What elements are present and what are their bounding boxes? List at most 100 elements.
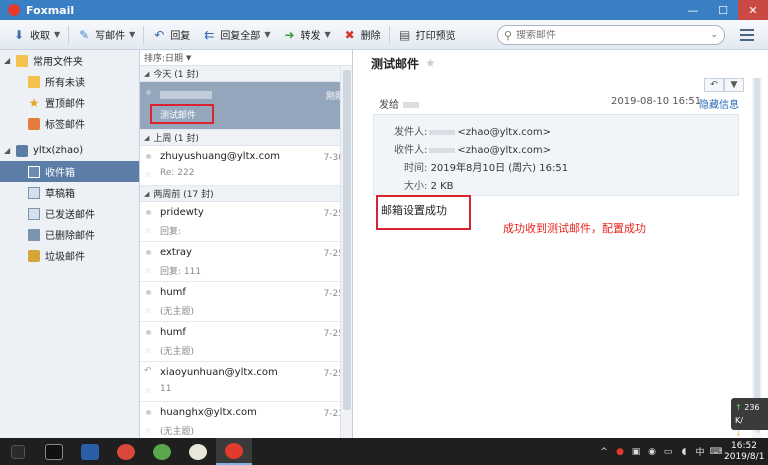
collapse-icon[interactable]: ◢ xyxy=(144,190,149,198)
replied-icon: ↶ xyxy=(144,366,152,376)
star-icon[interactable]: ☆ xyxy=(144,346,152,356)
receive-button[interactable]: ⬇ 收取 ▼ xyxy=(6,23,66,47)
sidebar-item-label: 收件箱 xyxy=(45,168,75,179)
list-item[interactable]: ☆ humf (无主题) 7-25 xyxy=(140,322,352,362)
sidebar-item-account[interactable]: ◢ yltx(zhao) xyxy=(0,140,139,161)
chevron-down-icon[interactable]: ▼ xyxy=(186,54,191,62)
taskbar-app-snail[interactable] xyxy=(108,438,144,465)
collapse-icon[interactable]: ◢ xyxy=(144,70,149,78)
main-menu-button[interactable] xyxy=(738,27,756,43)
search-options-icon[interactable]: ⌄ xyxy=(710,30,718,40)
from-address[interactable]: <zhao@yltx.com> xyxy=(457,127,551,138)
sort-dropdown[interactable]: 排序:日期 ▼ xyxy=(140,50,352,66)
folder-icon xyxy=(28,75,40,88)
chevron-down-icon[interactable]: ▼ xyxy=(129,30,135,39)
list-item-selected[interactable]: 测试邮件 刚刚 xyxy=(140,82,352,130)
reply-button[interactable]: ↶ 回复 xyxy=(146,23,196,47)
minimize-icon[interactable]: — xyxy=(678,0,708,20)
tray-app-icon[interactable]: ● xyxy=(612,447,628,457)
terminal-icon xyxy=(45,443,63,460)
annotation-highlight-box xyxy=(376,195,471,230)
collapse-icon[interactable]: ◢ xyxy=(4,56,14,65)
list-item[interactable]: ↶ ☆ xiaoyunhuan@yltx.com 11 7-25 xyxy=(140,362,352,402)
delete-button[interactable]: ✖ 删除 xyxy=(337,23,387,47)
recipient-label: 收件人: xyxy=(394,145,428,156)
sidebar-item-deleted[interactable]: 已删除邮件 xyxy=(0,224,139,245)
scrollbar-thumb[interactable] xyxy=(343,70,351,410)
taskbar-app-foxmail[interactable] xyxy=(216,438,252,465)
star-icon[interactable]: ☆ xyxy=(144,386,152,396)
print-preview-button[interactable]: ▤ 打印预览 xyxy=(392,23,462,47)
mail-sender: extray xyxy=(160,247,192,258)
collapse-icon[interactable]: ◢ xyxy=(4,146,14,155)
star-icon[interactable]: ☆ xyxy=(144,426,152,436)
forward-button[interactable]: ➜ 转发 ▼ xyxy=(276,23,336,47)
volume-icon[interactable]: ◖ xyxy=(676,447,692,457)
reply-all-button[interactable]: ⇇ 回复全部 ▼ xyxy=(196,23,276,47)
taskbar-app-green[interactable] xyxy=(144,438,180,465)
window-controls: — ☐ ✕ xyxy=(678,0,768,20)
sidebar-item-starred[interactable]: ★ 置顶邮件 xyxy=(0,92,139,113)
close-icon[interactable]: ✕ xyxy=(738,0,768,20)
star-icon[interactable]: ☆ xyxy=(144,266,152,276)
tag-icon xyxy=(28,117,40,130)
list-item[interactable]: ☆ humf (无主题) 7-25 xyxy=(140,282,352,322)
read-status-icon xyxy=(146,154,151,159)
taskbar-app-remote[interactable] xyxy=(72,438,108,465)
star-icon[interactable]: ☆ xyxy=(144,306,152,316)
clock[interactable]: 16:52 2019/8/1 xyxy=(724,441,764,463)
compose-button[interactable]: ✎ 写邮件 ▼ xyxy=(71,23,141,47)
collapse-icon[interactable]: ◢ xyxy=(144,134,149,142)
taskbar-app-terminal[interactable] xyxy=(36,438,72,465)
taskbar-app-paint[interactable] xyxy=(180,438,216,465)
list-item[interactable]: ☆ extray 回复: 111 7-25 xyxy=(140,242,352,282)
reply-all-label: 回复全部 xyxy=(220,31,261,42)
taskbar: ^ ● ▣ ◉ ▭ ◖ 中 ⌨ 16:52 2019/8/1 xyxy=(0,438,768,465)
ime-indicator[interactable]: 中 xyxy=(692,445,708,458)
sidebar-item-sent[interactable]: 已发送邮件 xyxy=(0,203,139,224)
recipient-address[interactable]: <zhao@yltx.com> xyxy=(457,145,551,156)
mail-sender: pridewty xyxy=(160,207,204,218)
chevron-down-icon[interactable]: ▼ xyxy=(324,30,330,39)
star-icon[interactable]: ☆ xyxy=(144,170,152,180)
chevron-up-icon[interactable]: ^ xyxy=(596,447,612,457)
network-icon[interactable]: ▭ xyxy=(660,447,676,457)
sidebar-item-drafts[interactable]: 草稿箱 xyxy=(0,182,139,203)
list-item[interactable]: ☆ huanghx@yltx.com (无主题) 7-23 xyxy=(140,402,352,438)
tray-app-icon[interactable]: ◉ xyxy=(644,447,660,457)
hide-info-link[interactable]: 隐藏信息 xyxy=(699,96,739,111)
group-header-last-week[interactable]: ◢ 上周 (1 封) xyxy=(140,130,352,146)
sidebar-item-junk[interactable]: 垃圾邮件 xyxy=(0,245,139,266)
compose-icon: ✎ xyxy=(79,27,90,42)
chevron-down-icon[interactable]: ▼ xyxy=(264,30,270,39)
star-icon[interactable]: ★ xyxy=(425,57,436,69)
sidebar-item-common-folders[interactable]: ◢ 常用文件夹 xyxy=(0,50,139,71)
keyboard-icon[interactable]: ⌨ xyxy=(708,447,724,457)
list-scrollbar[interactable] xyxy=(340,66,352,438)
start-button[interactable] xyxy=(0,438,36,465)
chevron-down-icon[interactable]: ▼ xyxy=(54,30,60,39)
upload-icon: ↑ xyxy=(735,403,742,412)
from-row: 发件人: <zhao@yltx.com> xyxy=(394,123,551,138)
star-icon[interactable]: ☆ xyxy=(144,226,152,236)
scrollbar-thumb[interactable] xyxy=(754,78,760,433)
mail-sender: huanghx@yltx.com xyxy=(160,407,257,418)
maximize-icon[interactable]: ☐ xyxy=(708,0,738,20)
list-item[interactable]: ☆ zhuyushuang@yltx.com Re: 222 7-30 xyxy=(140,146,352,186)
sidebar-item-tagged[interactable]: 标签邮件 xyxy=(0,113,139,134)
reply-icon: ↶ xyxy=(154,27,165,42)
windows-icon xyxy=(11,444,25,459)
search-box[interactable]: ⚲ ⌄ xyxy=(497,25,725,45)
sort-label: 排序:日期 xyxy=(144,54,184,64)
reply-quick-icon[interactable]: ↶ xyxy=(704,78,724,92)
chevron-down-icon[interactable]: ▼ xyxy=(724,78,744,92)
group-header-today[interactable]: ◢ 今天 (1 封) xyxy=(140,66,352,82)
sidebar-item-inbox[interactable]: 收件箱 xyxy=(0,161,139,182)
list-item[interactable]: ☆ pridewty 回复: 7-25 xyxy=(140,202,352,242)
sidebar-item-all-unread[interactable]: 所有未读 xyxy=(0,71,139,92)
search-input[interactable] xyxy=(516,29,687,41)
sidebar-item-label: 标签邮件 xyxy=(45,120,85,131)
reading-scrollbar[interactable] xyxy=(752,78,762,438)
group-header-two-weeks[interactable]: ◢ 两周前 (17 封) xyxy=(140,186,352,202)
tray-app-icon[interactable]: ▣ xyxy=(628,447,644,457)
